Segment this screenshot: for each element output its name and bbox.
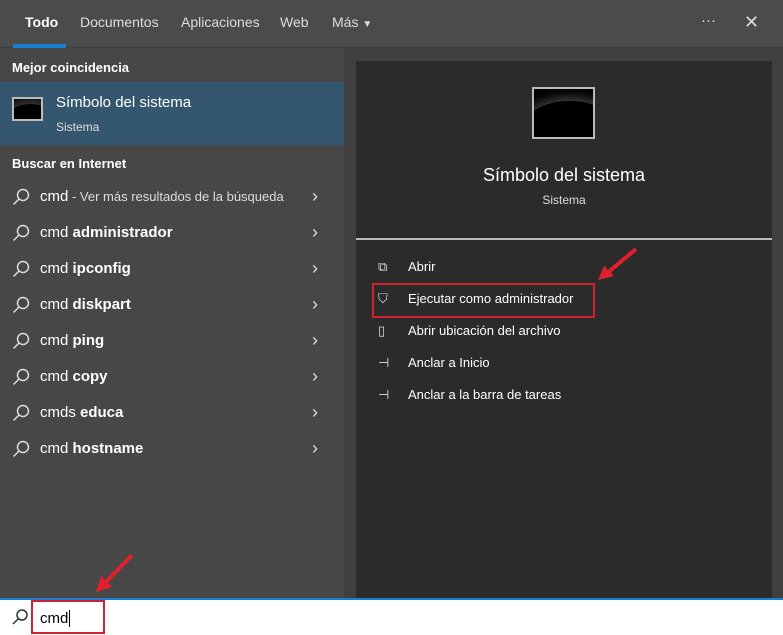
chevron-right-icon[interactable]: › xyxy=(312,258,318,279)
search-icon xyxy=(12,440,30,463)
suggestion-text: cmds educa xyxy=(40,404,123,421)
preview-title: Símbolo del sistema xyxy=(482,165,646,185)
search-bar[interactable]: cmd xyxy=(0,598,783,635)
command-prompt-icon xyxy=(12,97,43,121)
action-item[interactable]: ⊣ Anclar a la barra de tareas xyxy=(378,382,758,410)
suggestion-query: cmd xyxy=(40,332,73,349)
preview-panel: Símbolo del sistema Sistema ⧉ Abrir ⛉ Ejecu… xyxy=(356,61,772,598)
chevron-right-icon[interactable]: › xyxy=(312,294,318,315)
suggestion-bold: ipconfig xyxy=(72,260,131,277)
open-icon: ⧉ xyxy=(378,259,388,274)
suggestion-query: cmds xyxy=(40,404,81,421)
tab-documentos[interactable]: Documentos xyxy=(80,14,159,30)
suggestion-bold: hostname xyxy=(72,440,144,457)
search-icon xyxy=(12,609,28,625)
internet-heading: Buscar en Internet xyxy=(12,156,127,171)
suggestion-text: cmd ipconfig xyxy=(40,260,131,277)
more-options-icon[interactable]: ··· xyxy=(701,12,716,29)
suggestion-query: cmd xyxy=(40,440,73,457)
best-match-subtitle: Sistema xyxy=(56,120,100,134)
search-icon xyxy=(12,368,30,391)
pin-icon: ⊣ xyxy=(378,387,390,402)
file-location-icon: ▯ xyxy=(378,323,386,338)
search-icon xyxy=(12,404,30,427)
caret-down-icon: ▼ xyxy=(362,19,373,30)
chevron-right-icon[interactable]: › xyxy=(312,402,318,423)
web-search-suggestion[interactable]: cmds educa › xyxy=(0,395,344,431)
search-icon xyxy=(12,296,30,319)
close-icon[interactable]: ✕ xyxy=(744,12,759,33)
chevron-right-icon[interactable]: › xyxy=(312,222,318,243)
preview-subtitle: Sistema xyxy=(542,193,586,207)
command-prompt-large-icon xyxy=(532,87,595,139)
best-match-item[interactable]: Símbolo del sistema Sistema xyxy=(0,82,344,145)
suggestion-bold: copy xyxy=(72,368,108,385)
action-label: Abrir ubicación del archivo xyxy=(408,323,561,338)
chevron-right-icon[interactable]: › xyxy=(312,330,318,351)
web-search-suggestion[interactable]: cmd copy › xyxy=(0,359,344,395)
highlight-box-run-as-admin xyxy=(372,283,595,318)
suggestion-query: cmd xyxy=(40,188,69,205)
suggestion-query: cmd xyxy=(40,296,73,313)
annotation-arrow-icon xyxy=(598,247,638,280)
web-search-suggestion[interactable]: cmd ipconfig › xyxy=(0,251,344,287)
suggestion-text: cmd - Ver más resultados de la búsqueda xyxy=(40,188,284,205)
chevron-right-icon[interactable]: › xyxy=(312,438,318,459)
tab-aplicaciones[interactable]: Aplicaciones xyxy=(181,14,260,30)
tab-todo[interactable]: Todo xyxy=(25,14,58,30)
search-icon xyxy=(12,188,30,211)
annotation-arrow-icon xyxy=(96,553,134,592)
action-label: Anclar a Inicio xyxy=(408,355,490,370)
web-search-suggestion[interactable]: cmd diskpart › xyxy=(0,287,344,323)
search-icon xyxy=(12,332,30,355)
tab-mas[interactable]: Más ▼ xyxy=(332,14,372,30)
action-item[interactable]: ⧉ Abrir xyxy=(378,254,758,282)
web-search-suggestion[interactable]: cmd ping › xyxy=(0,323,344,359)
suggestion-query: cmd xyxy=(40,224,73,241)
suggestion-bold: administrador xyxy=(72,224,173,241)
search-icon xyxy=(12,260,30,283)
suggestion-text: cmd copy xyxy=(40,368,108,385)
web-search-suggestion[interactable]: cmd hostname › xyxy=(0,431,344,467)
filter-tabs-bar: Todo Documentos Aplicaciones Web Más ▼ ·… xyxy=(0,0,783,48)
suggestion-bold: educa xyxy=(80,404,124,421)
action-label: Anclar a la barra de tareas xyxy=(408,387,562,402)
suggestion-text: cmd administrador xyxy=(40,224,173,241)
divider xyxy=(356,238,772,240)
web-search-suggestion[interactable]: cmd administrador › xyxy=(0,215,344,251)
pin-icon: ⊣ xyxy=(378,355,390,370)
suggestion-query: cmd xyxy=(40,368,73,385)
suggestion-text: cmd ping xyxy=(40,332,104,349)
best-match-heading: Mejor coincidencia xyxy=(12,60,130,75)
action-item[interactable]: ▯ Abrir ubicación del archivo xyxy=(378,318,758,346)
search-input[interactable]: cmd xyxy=(40,610,71,627)
web-search-suggestion[interactable]: cmd - Ver más resultados de la búsqueda › xyxy=(0,179,344,215)
tab-web[interactable]: Web xyxy=(280,14,309,30)
suggestion-bold: ping xyxy=(72,332,105,349)
chevron-right-icon[interactable]: › xyxy=(312,186,318,207)
chevron-right-icon[interactable]: › xyxy=(312,366,318,387)
search-icon xyxy=(12,224,30,247)
best-match-title: Símbolo del sistema xyxy=(56,94,192,111)
suggestion-suffix: - Ver más resultados de la búsqueda xyxy=(68,189,284,204)
action-label: Abrir xyxy=(408,259,436,274)
action-item[interactable]: ⊣ Anclar a Inicio xyxy=(378,350,758,378)
suggestion-text: cmd hostname xyxy=(40,440,143,457)
tab-mas-label: Más xyxy=(332,14,359,30)
suggestion-query: cmd xyxy=(40,260,73,277)
suggestion-bold: diskpart xyxy=(72,296,131,313)
suggestion-text: cmd diskpart xyxy=(40,296,131,313)
